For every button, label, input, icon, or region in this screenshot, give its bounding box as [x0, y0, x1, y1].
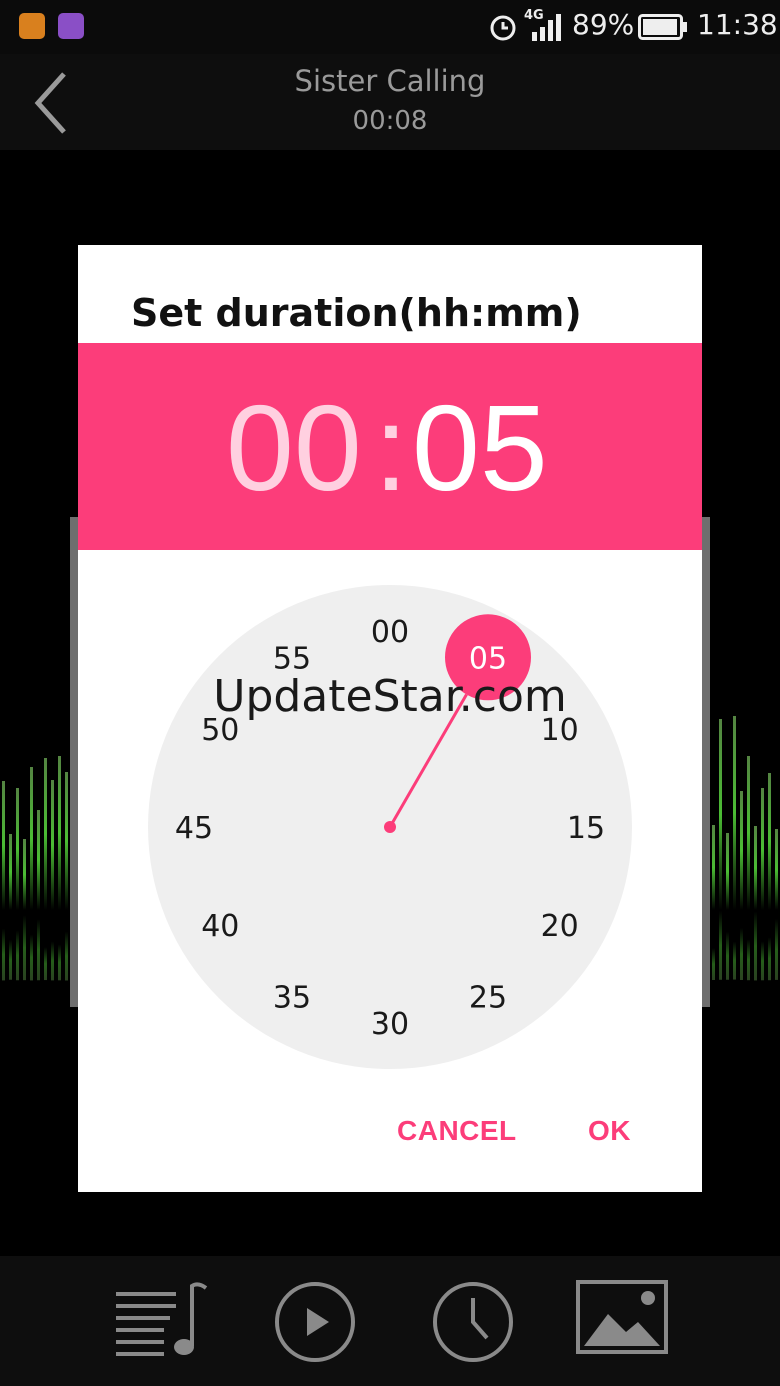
waveform-reflection	[30, 933, 33, 980]
waveform-bar	[719, 718, 722, 910]
waveform-reflection	[768, 936, 771, 980]
waveform-bar	[761, 787, 764, 910]
waveform-reflection	[51, 940, 54, 980]
minute-dial[interactable]: 000510152025303540455055	[78, 245, 702, 1085]
waveform-bar	[775, 828, 778, 910]
status-bar: 4G 89% 11:38	[0, 0, 780, 54]
cancel-button[interactable]: CANCEL	[397, 1115, 517, 1147]
right-scroll-edge	[702, 517, 710, 1007]
dial-label-45[interactable]: 45	[175, 811, 213, 846]
waveform-bar	[51, 780, 54, 910]
waveform-reflection	[719, 911, 722, 980]
bottom-toolbar	[0, 1256, 780, 1386]
dial-label-30[interactable]: 30	[371, 1007, 409, 1042]
ok-button[interactable]: OK	[588, 1115, 631, 1147]
battery-icon	[638, 14, 687, 40]
waveform-bar	[9, 833, 12, 910]
battery-percent: 89%	[572, 8, 635, 41]
waveform-reflection	[754, 910, 757, 980]
waveform-reflection	[44, 946, 47, 980]
left-scroll-edge	[70, 517, 78, 1007]
waveform-reflection	[58, 943, 61, 980]
waveform-reflection	[740, 928, 743, 980]
set-duration-dialog: Set duration(hh:mm) 00 : 05 00 05 10 15 20 25…	[78, 245, 702, 1192]
dial-label-40[interactable]: 40	[201, 909, 239, 944]
waveform-reflection	[747, 938, 750, 980]
dial-label-00[interactable]: 00	[371, 615, 409, 650]
gallery-notification-icon	[58, 13, 84, 39]
waveform-bar	[23, 839, 26, 910]
waveform-bar	[37, 810, 40, 910]
watermark-text: UpdateStar.com	[213, 671, 567, 722]
waveform-reflection	[726, 932, 729, 980]
waveform-reflection	[2, 927, 5, 980]
waveform-reflection	[775, 919, 778, 980]
waveform-bar	[65, 771, 68, 910]
waveform-bar	[712, 825, 715, 910]
dial-label-25[interactable]: 25	[469, 981, 507, 1016]
dial-center-dot	[384, 821, 396, 833]
alarm-icon	[490, 15, 516, 41]
app-header: Sister Calling 00:08	[0, 54, 780, 150]
play-icon[interactable]	[273, 1280, 357, 1364]
timer-clock-icon[interactable]	[431, 1280, 515, 1364]
waveform-bar	[58, 755, 61, 910]
waveform-reflection	[733, 942, 736, 980]
call-elapsed-time: 00:08	[352, 106, 428, 136]
waveform-reflection	[712, 948, 715, 980]
signal-icon	[532, 14, 561, 41]
waveform-bar	[44, 757, 47, 910]
waveform-reflection	[16, 929, 19, 980]
waveform-reflection	[23, 914, 26, 980]
dial-label-15[interactable]: 15	[567, 811, 605, 846]
waveform-reflection	[761, 940, 764, 980]
waveform-bar	[740, 791, 743, 910]
waveform-bar	[16, 787, 19, 910]
playlist-icon[interactable]	[114, 1280, 210, 1360]
waveform-bar	[747, 755, 750, 910]
waveform-reflection	[65, 930, 68, 980]
waveform-bar	[726, 833, 729, 910]
waveform-bar	[733, 716, 736, 910]
dial-label-35[interactable]: 35	[273, 981, 311, 1016]
waveform-reflection	[9, 940, 12, 980]
waveform-bar	[768, 773, 771, 910]
waveform-bar	[2, 781, 5, 910]
waveform-bar	[754, 826, 757, 910]
waveform-reflection	[37, 918, 40, 980]
dial-label-20[interactable]: 20	[541, 909, 579, 944]
call-title: Sister Calling	[294, 64, 486, 98]
image-icon[interactable]	[576, 1280, 668, 1354]
notification-app-icon	[19, 13, 45, 39]
waveform-bar	[30, 767, 33, 910]
clock-time: 11:38	[697, 8, 778, 41]
